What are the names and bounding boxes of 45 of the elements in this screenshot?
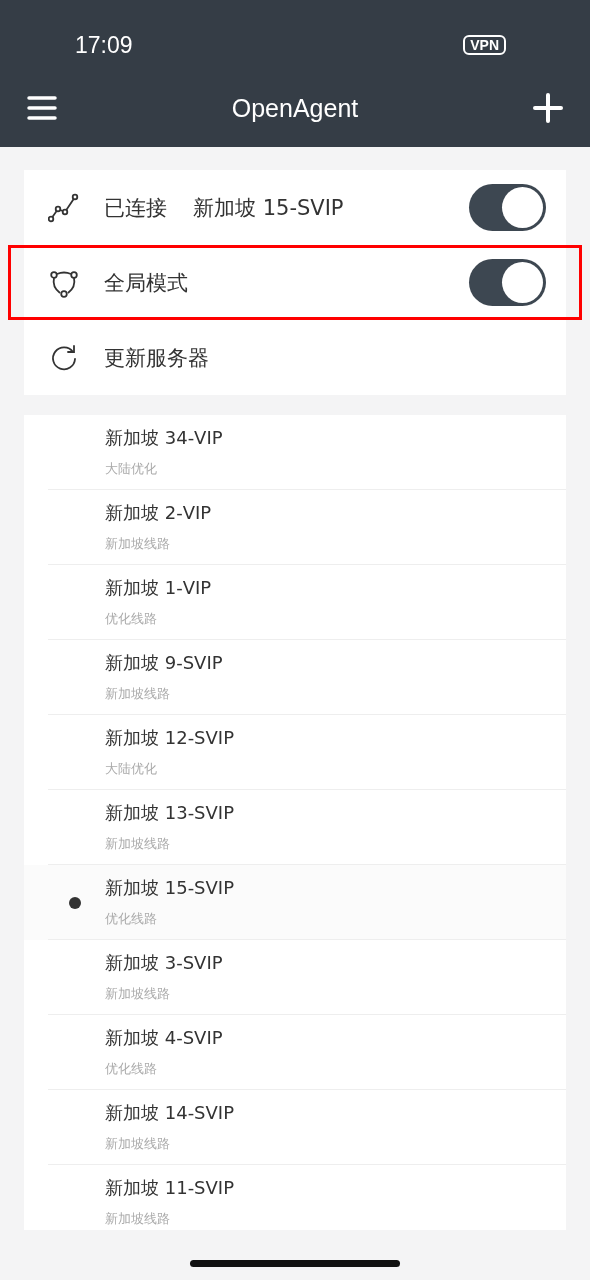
toggle-switch[interactable] xyxy=(469,184,546,231)
server-route: 新加坡线路 xyxy=(105,685,171,703)
server-route: 新加坡线路 xyxy=(105,835,171,853)
server-name: 新加坡 15-SVIP xyxy=(105,876,236,900)
server-item[interactable]: 新加坡 2-VIP 新加坡线路 xyxy=(24,490,566,565)
server-name: 新加坡 14-SVIP xyxy=(105,1101,236,1125)
server-name: 新加坡 3-SVIP xyxy=(105,951,224,975)
menu-icon[interactable] xyxy=(27,95,57,121)
server-name: 新加坡 13-SVIP xyxy=(105,801,236,825)
server-route: 新加坡线路 xyxy=(105,535,171,553)
server-route: 优化线路 xyxy=(105,910,158,928)
server-item[interactable]: 新加坡 4-SVIP 优化线路 xyxy=(24,1015,566,1090)
server-name: 新加坡 2-VIP xyxy=(105,501,213,525)
server-name: 新加坡 11-SVIP xyxy=(105,1176,236,1200)
server-name: 新加坡 1-VIP xyxy=(105,576,213,600)
server-item[interactable]: 新加坡 15-SVIP 优化线路 xyxy=(24,865,566,940)
server-name: 新加坡 9-SVIP xyxy=(105,651,224,675)
setting-label: 全局模式 xyxy=(104,269,188,297)
server-item[interactable]: 新加坡 11-SVIP 新加坡线路 xyxy=(24,1165,566,1230)
server-route: 大陆优化 xyxy=(105,460,158,478)
vpn-badge: VPN xyxy=(463,35,506,55)
server-route: 新加坡线路 xyxy=(105,1210,171,1228)
setting-label: 已连接 xyxy=(104,194,167,222)
server-route: 大陆优化 xyxy=(105,760,158,778)
server-name: 新加坡 12-SVIP xyxy=(105,726,236,750)
status-time: 17:09 xyxy=(75,31,133,59)
toggle-switch[interactable] xyxy=(469,259,546,306)
server-item[interactable]: 新加坡 12-SVIP 大陆优化 xyxy=(24,715,566,790)
server-route: 新加坡线路 xyxy=(105,985,171,1003)
server-item[interactable]: 新加坡 34-VIP 大陆优化 xyxy=(24,415,566,490)
server-name: 新加坡 34-VIP xyxy=(105,426,224,450)
selected-dot xyxy=(68,896,81,909)
server-item[interactable]: 新加坡 1-VIP 优化线路 xyxy=(24,565,566,640)
server-name: 新加坡 15-SVIP xyxy=(193,194,344,222)
server-item[interactable]: 新加坡 9-SVIP 新加坡线路 xyxy=(24,640,566,715)
setting-label: 更新服务器 xyxy=(104,344,209,372)
server-name: 新加坡 4-SVIP xyxy=(105,1026,224,1050)
server-item[interactable]: 新加坡 14-SVIP 新加坡线路 xyxy=(24,1090,566,1165)
server-route: 优化线路 xyxy=(105,610,158,628)
line-chart-icon xyxy=(48,191,80,224)
server-item[interactable]: 新加坡 3-SVIP 新加坡线路 xyxy=(24,940,566,1015)
app-title: OpenAgent xyxy=(231,93,359,123)
server-route: 新加坡线路 xyxy=(105,1135,171,1153)
add-icon[interactable] xyxy=(533,93,563,123)
server-route: 优化线路 xyxy=(105,1060,158,1078)
